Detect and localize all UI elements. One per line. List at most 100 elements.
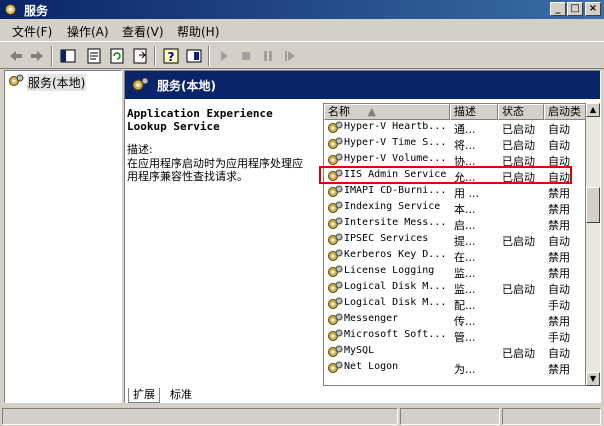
- service-startup-type: 禁用: [548, 267, 570, 280]
- services-gear-icon: [9, 74, 24, 86]
- service-row[interactable]: Kerberos Key D... 在... 禁用: [324, 248, 585, 264]
- maximize-button[interactable]: □: [567, 2, 583, 16]
- pause-icon: [264, 51, 272, 61]
- pane-header: 服务(本地): [125, 71, 600, 99]
- service-row[interactable]: MySQL 已启动 自动: [324, 344, 585, 360]
- service-gear-icon: [327, 297, 343, 311]
- service-gear-icon: [327, 217, 343, 231]
- highlight-box: [319, 166, 572, 184]
- service-row[interactable]: IPSEC Services 提... 已启动 自动: [324, 232, 585, 248]
- service-startup-type: 手动: [548, 299, 570, 312]
- restart-service-button[interactable]: [280, 46, 300, 66]
- service-gear-icon: [327, 185, 343, 199]
- scroll-thumb[interactable]: [586, 187, 600, 223]
- refresh-icon: [110, 48, 124, 64]
- menu-file[interactable]: 文件(F): [12, 23, 52, 40]
- view-tabs: 扩展 标准: [124, 388, 601, 404]
- show-hide-tree-button[interactable]: [58, 46, 78, 66]
- service-startup-type: 自动: [548, 123, 570, 136]
- title-bar: 服务 _ □ ×: [0, 0, 604, 19]
- column-header-description[interactable]: 描述: [450, 104, 498, 120]
- menu-help[interactable]: 帮助(H): [177, 23, 219, 40]
- tab-extended[interactable]: 扩展: [128, 388, 160, 403]
- back-arrow-icon: [10, 51, 22, 61]
- service-row[interactable]: Microsoft Soft... 管... 手动: [324, 328, 585, 344]
- service-row[interactable]: Hyper-V Heartb... 通... 已启动 自动: [324, 120, 585, 136]
- window-title: 服务: [24, 4, 49, 18]
- service-name: IMAPI CD-Burni...: [344, 185, 447, 196]
- close-button[interactable]: ×: [585, 2, 601, 16]
- service-name: Messenger: [344, 313, 399, 324]
- refresh-button[interactable]: [107, 46, 127, 66]
- menu-view[interactable]: 查看(V): [122, 23, 164, 40]
- service-description: 监...: [454, 283, 476, 296]
- minimize-button[interactable]: _: [550, 2, 566, 16]
- service-row[interactable]: Logical Disk M... 配... 手动: [324, 296, 585, 312]
- service-name: Intersite Mess...: [344, 217, 447, 228]
- pause-service-button[interactable]: [258, 46, 278, 66]
- service-description: 在...: [454, 251, 476, 264]
- service-row[interactable]: IMAPI CD-Burni... 用 ... 禁用: [324, 184, 585, 200]
- scroll-down-button[interactable]: ▼: [586, 372, 600, 386]
- column-header-status[interactable]: 状态: [498, 104, 544, 120]
- properties-button[interactable]: [84, 46, 104, 66]
- service-row[interactable]: Intersite Mess... 启... 禁用: [324, 216, 585, 232]
- service-description: 监...: [454, 267, 476, 280]
- service-description: 将...: [454, 139, 476, 152]
- service-status: 已启动: [502, 139, 535, 152]
- service-row[interactable]: License Logging 监... 禁用: [324, 264, 585, 280]
- play-icon: [221, 51, 228, 61]
- column-header-name[interactable]: 名称 ▲: [324, 104, 450, 120]
- toolbar-separator: [154, 46, 156, 66]
- service-gear-icon: [327, 361, 343, 375]
- back-button[interactable]: [6, 46, 26, 66]
- start-service-button[interactable]: [214, 46, 234, 66]
- help-icon: ?: [163, 48, 179, 64]
- service-status: 已启动: [502, 347, 535, 360]
- toolbar: ?: [0, 41, 604, 69]
- services-list: 名称 ▲ 描述 状态 启动类 Hyper-V Heartb... 通... 已启动自…: [323, 103, 586, 386]
- stop-service-button[interactable]: [236, 46, 256, 66]
- tab-standard[interactable]: 标准: [166, 388, 196, 403]
- service-row[interactable]: Logical Disk M... 监... 已启动 自动: [324, 280, 585, 296]
- service-startup-type: 禁用: [548, 315, 570, 328]
- service-gear-icon: [327, 201, 343, 215]
- export-list-button[interactable]: [130, 46, 150, 66]
- service-description: 启...: [454, 219, 476, 232]
- description-label: 描述:: [127, 143, 153, 156]
- vertical-scrollbar[interactable]: ▲ ▼: [586, 103, 600, 386]
- pane-title: 服务(本地): [157, 79, 216, 93]
- forward-button[interactable]: [27, 46, 47, 66]
- service-name: MySQL: [344, 345, 375, 356]
- console-icon: [186, 49, 202, 63]
- restart-icon: [285, 51, 295, 61]
- service-gear-icon: [327, 281, 343, 295]
- forward-arrow-icon: [31, 51, 43, 61]
- service-gear-icon: [327, 153, 343, 167]
- service-status: 已启动: [502, 123, 535, 136]
- menu-action[interactable]: 操作(A): [67, 23, 109, 40]
- service-row[interactable]: Messenger 传... 禁用: [324, 312, 585, 328]
- stop-icon: [242, 52, 250, 60]
- service-startup-type: 手动: [548, 331, 570, 344]
- service-startup-type: 禁用: [548, 251, 570, 264]
- service-startup-type: 禁用: [548, 187, 570, 200]
- service-startup-type: 自动: [548, 283, 570, 296]
- service-gear-icon: [327, 265, 343, 279]
- service-row[interactable]: Indexing Service 本... 禁用: [324, 200, 585, 216]
- service-row[interactable]: Hyper-V Time S... 将... 已启动 自动: [324, 136, 585, 152]
- properties-icon: [87, 48, 101, 64]
- column-header-startup-type[interactable]: 启动类: [544, 104, 585, 120]
- service-description: 配...: [454, 299, 476, 312]
- service-startup-type: 自动: [548, 235, 570, 248]
- help-button[interactable]: ?: [161, 46, 181, 66]
- tree-item-label: 服务(本地): [27, 74, 87, 91]
- scroll-up-button[interactable]: ▲: [586, 103, 600, 117]
- service-name: License Logging: [344, 265, 435, 276]
- service-gear-icon: [327, 313, 343, 327]
- service-name: Hyper-V Volume...: [344, 153, 447, 164]
- service-row[interactable]: Net Logon 为... 禁用: [324, 360, 585, 376]
- console-button[interactable]: [184, 46, 204, 66]
- selected-service-name: Application Experience: [127, 107, 273, 120]
- status-panel-2: [400, 408, 500, 425]
